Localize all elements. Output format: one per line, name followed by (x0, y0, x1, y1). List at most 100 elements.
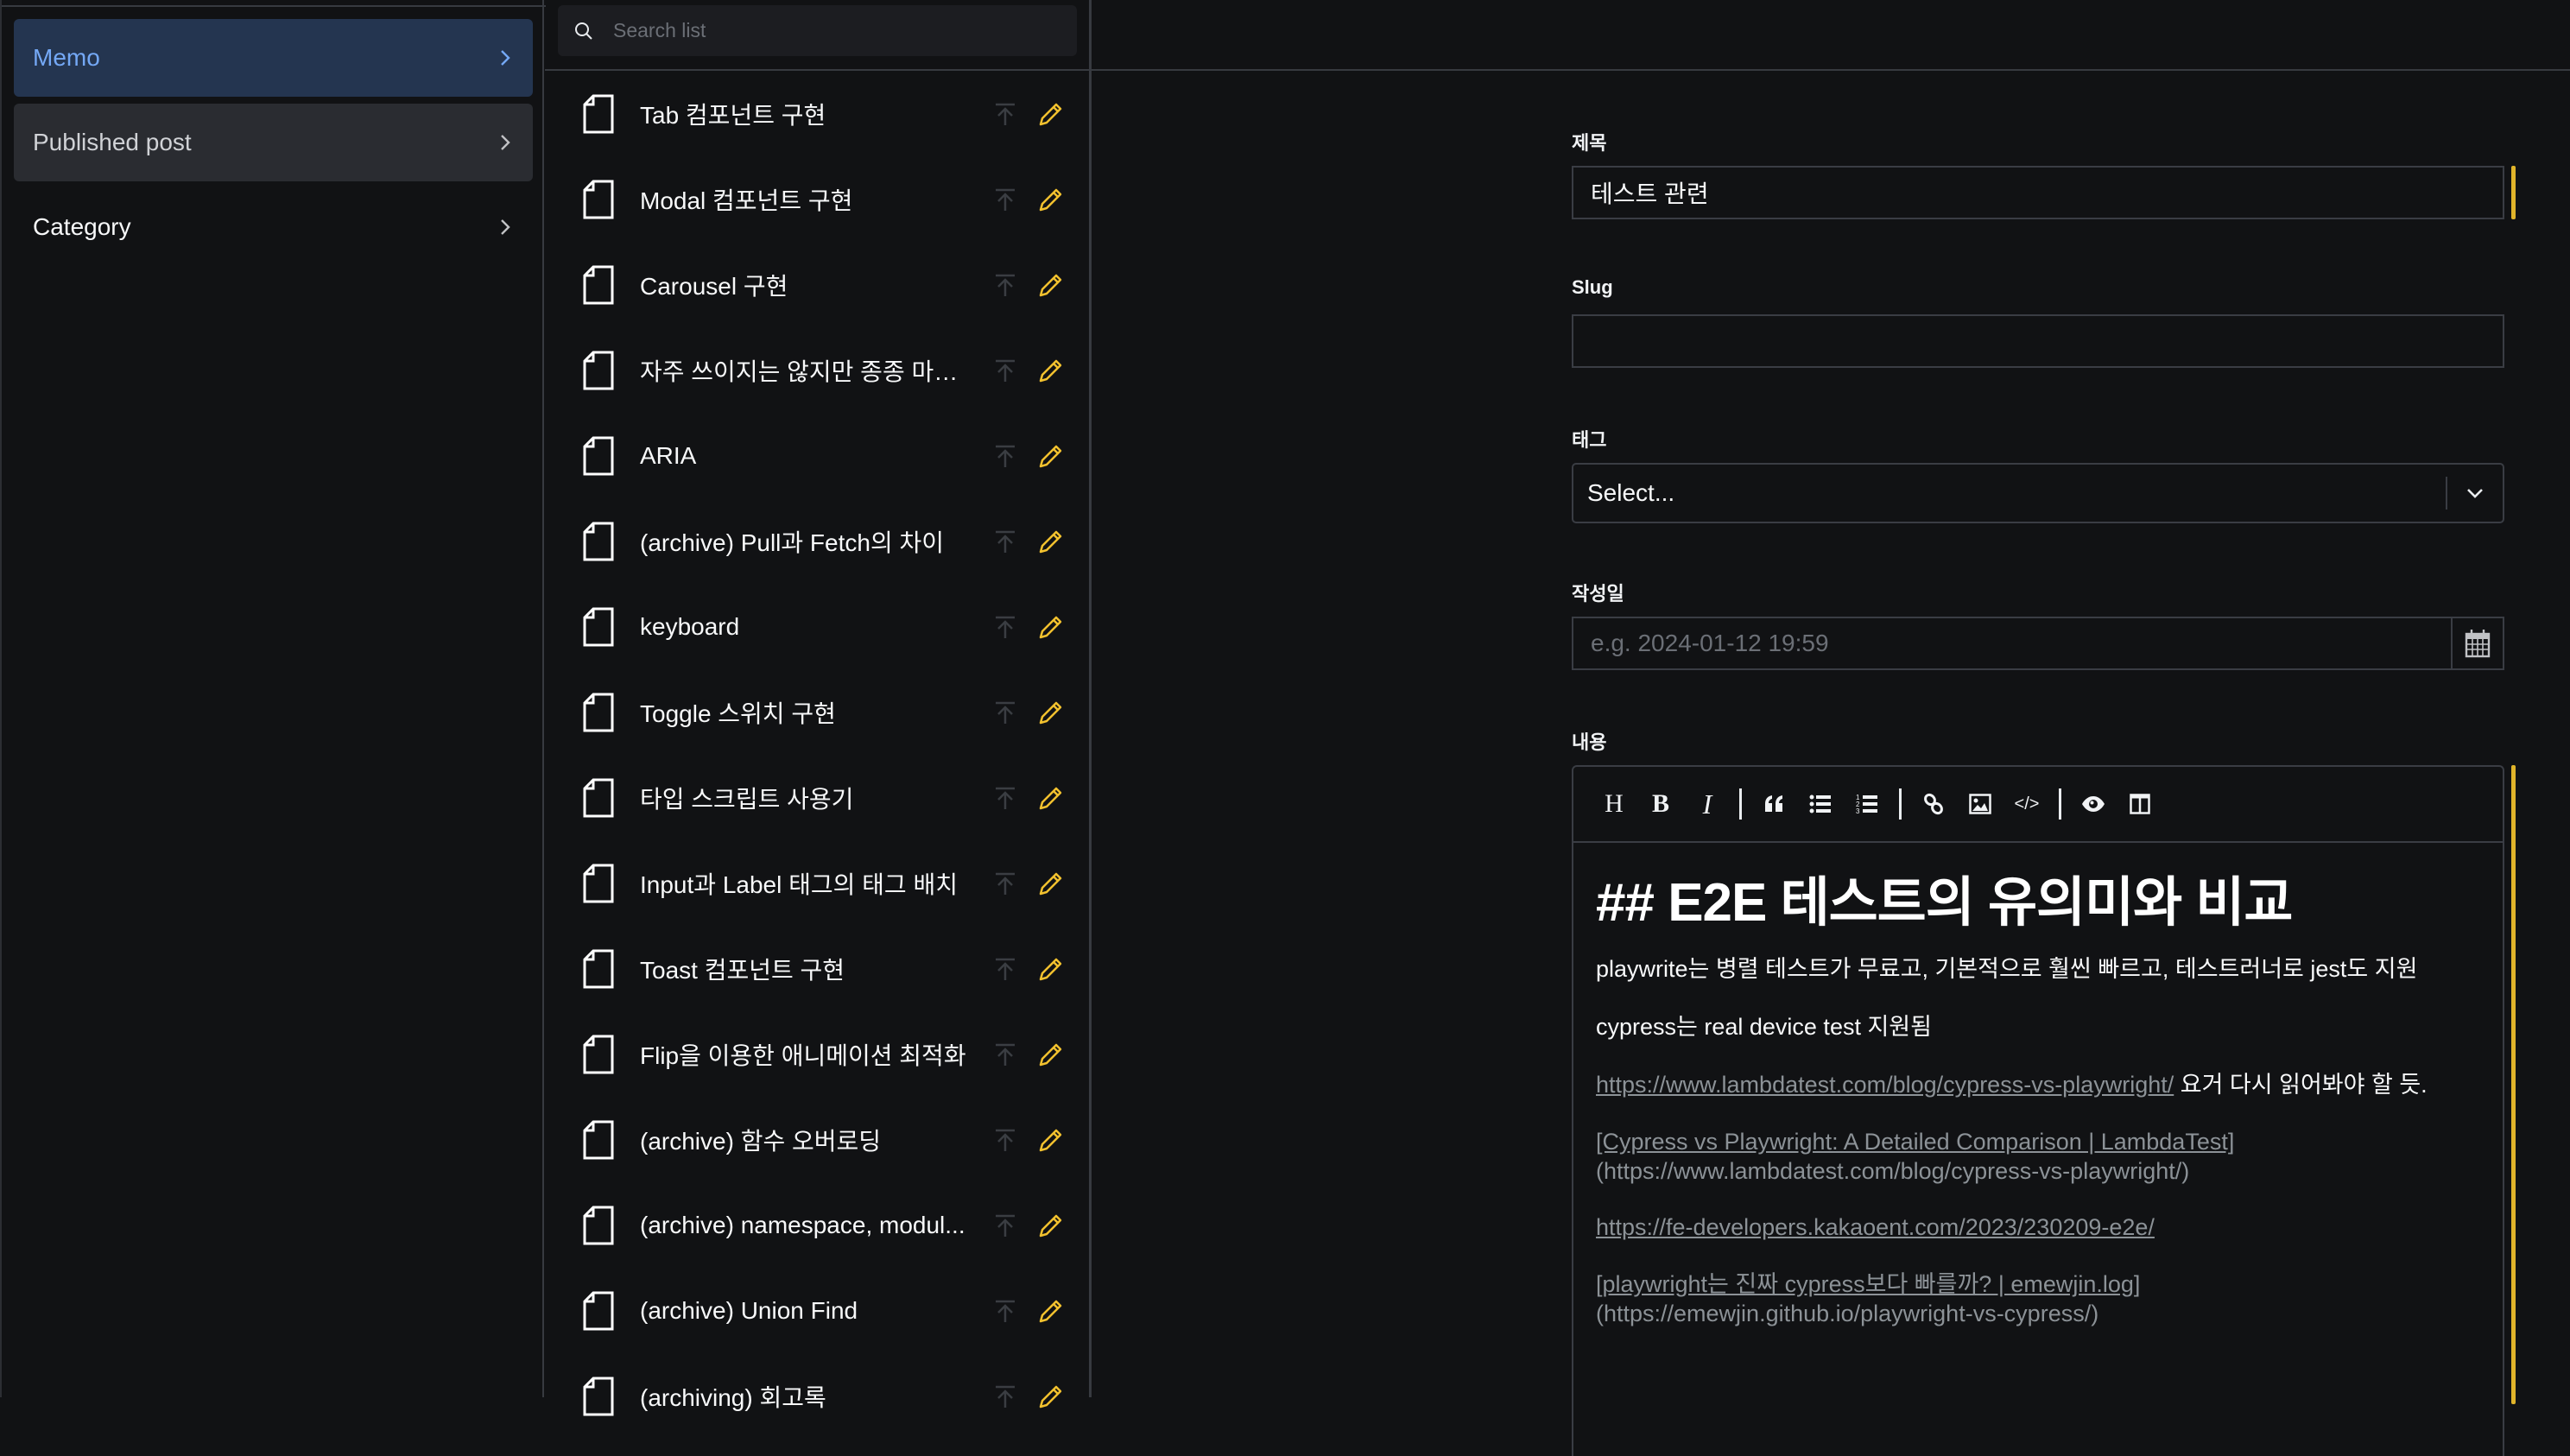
pin-to-top-icon[interactable] (992, 272, 1018, 298)
list-item[interactable]: Tab 컴포넌트 구현 (545, 71, 1089, 156)
list-item[interactable]: Toast 컴포넌트 구현 (545, 926, 1089, 1011)
pin-to-top-icon[interactable] (992, 101, 1018, 127)
list-item[interactable]: 자주 쓰이지는 않지만 종종 마주... (545, 327, 1089, 413)
pin-to-top-icon[interactable] (992, 700, 1018, 725)
list-item[interactable]: (archiving) 회고록 (545, 1353, 1089, 1439)
editor-toolbar: H B I 1 2 3 </> (1573, 767, 2503, 843)
unordered-list-button[interactable] (1797, 787, 1844, 821)
pencil-edit-icon[interactable] (1037, 357, 1065, 384)
pin-to-top-icon[interactable] (992, 187, 1018, 212)
pin-to-top-icon[interactable] (992, 529, 1018, 554)
date-input[interactable] (1572, 617, 2453, 670)
side-by-side-button[interactable] (2117, 787, 2163, 821)
columns-icon (2130, 794, 2150, 814)
list-item-title: Tab 컴포넌트 구현 (640, 101, 826, 129)
tag-select[interactable]: Select... (1572, 463, 2504, 523)
ordered-list-button[interactable]: 1 2 3 (1844, 787, 1890, 821)
content-paragraph: [Cypress vs Playwright: A Detailed Compa… (1596, 1127, 2480, 1186)
list-item[interactable]: (archive) Pull과 Fetch의 차이 (545, 498, 1089, 584)
list-item[interactable]: (archive) namespace, modul... (545, 1182, 1089, 1268)
pin-to-top-icon[interactable] (992, 443, 1018, 469)
pencil-edit-icon[interactable] (1037, 1126, 1065, 1154)
pencil-edit-icon[interactable] (1037, 613, 1065, 641)
pin-to-top-icon[interactable] (992, 1127, 1018, 1153)
unordered-list-icon (1809, 794, 1831, 813)
list-item-title: (archiving) 회고록 (640, 1383, 826, 1411)
pencil-edit-icon[interactable] (1037, 955, 1065, 983)
pin-to-top-icon[interactable] (992, 956, 1018, 982)
pencil-edit-icon[interactable] (1037, 784, 1065, 812)
pencil-edit-icon[interactable] (1037, 1383, 1065, 1410)
bold-button[interactable]: B (1637, 787, 1684, 821)
document-icon (583, 1035, 614, 1073)
sidebar-item-label: Published post (33, 129, 192, 155)
list-item[interactable]: 타입 스크립트 사용기 (545, 755, 1089, 840)
markdown-editor: H B I 1 2 3 </> ## E2E 테스트의 유의미와 비교 play… (1572, 765, 2504, 1456)
document-icon (583, 180, 614, 218)
list-item[interactable]: Modal 컴포넌트 구현 (545, 156, 1089, 242)
chevron-down-icon (2447, 487, 2503, 499)
post-list-panel: Tab 컴포넌트 구현 Modal 컴포넌트 구현 Ca (545, 0, 1092, 1415)
pin-to-top-icon[interactable] (992, 785, 1018, 811)
pencil-edit-icon[interactable] (1037, 100, 1065, 128)
sidebar-item-published-post[interactable]: Published post (14, 104, 533, 181)
list-item[interactable]: keyboard (545, 584, 1089, 669)
pencil-edit-icon[interactable] (1037, 442, 1065, 470)
focus-indicator (2511, 765, 2516, 1404)
code-button[interactable]: </> (2003, 787, 2050, 821)
content-paragraph: https://fe-developers.kakaoent.com/2023/… (1596, 1212, 2480, 1244)
content-label: 내용 (1572, 731, 1607, 753)
title-input[interactable] (1572, 166, 2504, 219)
list-item-title: Modal 컴포넌트 구현 (640, 187, 853, 214)
pencil-edit-icon[interactable] (1037, 870, 1065, 897)
content-link[interactable]: [Cypress vs Playwright: A Detailed Compa… (1596, 1129, 2234, 1155)
search-input[interactable] (611, 18, 1047, 43)
link-button[interactable] (1910, 787, 1957, 821)
pin-to-top-icon[interactable] (992, 1041, 1018, 1067)
pin-to-top-icon[interactable] (992, 870, 1018, 896)
calendar-icon (2465, 630, 2491, 658)
quote-button[interactable] (1750, 787, 1797, 821)
sidebar-item-category[interactable]: Category (14, 188, 533, 266)
sidebar-item-memo[interactable]: Memo (14, 19, 533, 97)
pin-to-top-icon[interactable] (992, 1383, 1018, 1409)
preview-button[interactable] (2070, 787, 2117, 821)
pencil-edit-icon[interactable] (1037, 186, 1065, 213)
pencil-edit-icon[interactable] (1037, 1041, 1065, 1068)
editor-content[interactable]: ## E2E 테스트의 유의미와 비교 playwrite는 병렬 테스트가 무… (1573, 843, 2503, 1370)
heading-button[interactable]: H (1591, 787, 1637, 821)
list-item-title: ARIA (640, 441, 697, 469)
list-item[interactable]: Carousel 구현 (545, 242, 1089, 327)
document-icon (583, 94, 614, 133)
pin-to-top-icon[interactable] (992, 1298, 1018, 1324)
list-item[interactable]: (archive) Union Find (545, 1268, 1089, 1353)
content-link[interactable]: [playwright는 진짜 cypress보다 빠를까? | emewjin… (1596, 1271, 2140, 1297)
list-item[interactable]: ARIA (545, 413, 1089, 498)
pencil-edit-icon[interactable] (1037, 699, 1065, 726)
italic-button[interactable]: I (1684, 787, 1731, 821)
pin-to-top-icon[interactable] (992, 358, 1018, 383)
sidebar-nav: Memo Published post Category (0, 0, 546, 1397)
content-paragraph: https://www.lambdatest.com/blog/cypress-… (1596, 1069, 2480, 1101)
list-item-title: (archive) Union Find (640, 1296, 858, 1324)
content-link[interactable]: https://fe-developers.kakaoent.com/2023/… (1596, 1214, 2155, 1240)
search-box[interactable] (558, 5, 1077, 56)
content-link[interactable]: https://www.lambdatest.com/blog/cypress-… (1596, 1072, 2174, 1098)
calendar-button[interactable] (2451, 617, 2504, 670)
document-icon (583, 1377, 614, 1415)
pencil-edit-icon[interactable] (1037, 1297, 1065, 1325)
image-button[interactable] (1957, 787, 2003, 821)
pencil-edit-icon[interactable] (1037, 528, 1065, 555)
list-item[interactable]: Toggle 스위치 구현 (545, 669, 1089, 755)
list-item[interactable]: (archive) 함수 오버로딩 (545, 1097, 1089, 1182)
pencil-edit-icon[interactable] (1037, 1212, 1065, 1239)
search-icon (575, 22, 592, 40)
pin-to-top-icon[interactable] (992, 1212, 1018, 1238)
link-icon (1924, 793, 1943, 815)
slug-input[interactable] (1572, 314, 2504, 368)
pin-to-top-icon[interactable] (992, 614, 1018, 640)
list-item[interactable]: Flip을 이용한 애니메이션 최적화 (545, 1011, 1089, 1097)
pencil-edit-icon[interactable] (1037, 271, 1065, 299)
ordered-list-icon: 1 2 3 (1856, 794, 1877, 814)
list-item[interactable]: Input과 Label 태그의 태그 배치 (545, 840, 1089, 926)
